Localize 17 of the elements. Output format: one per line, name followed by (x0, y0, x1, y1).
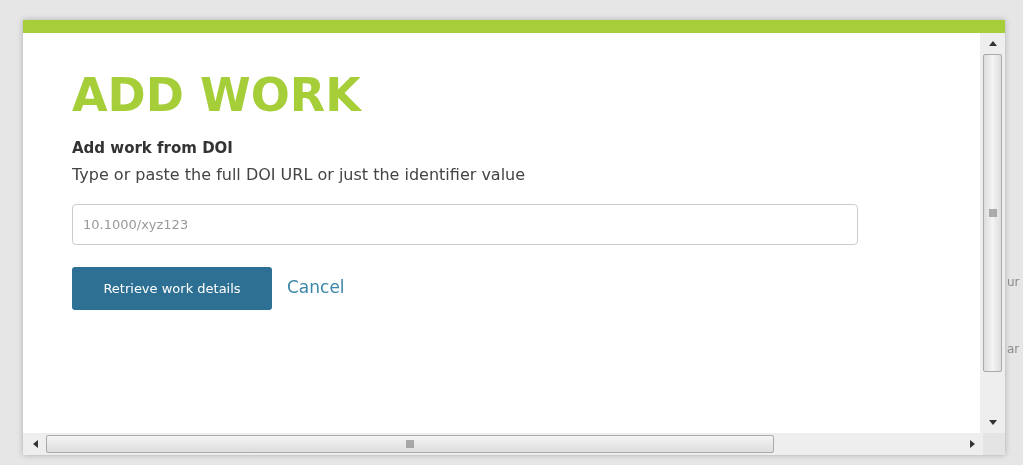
section-heading: Add work from DOI (72, 138, 234, 158)
horizontal-scrollbar[interactable] (23, 433, 1005, 455)
retrieve-button[interactable]: Retrieve work details (72, 267, 272, 310)
scroll-right-icon[interactable] (970, 440, 975, 448)
doi-input-field[interactable]: 10.1000/xyz123 (72, 204, 858, 245)
scroll-thumb[interactable] (46, 435, 774, 453)
cancel-link[interactable]: Cancel (287, 276, 345, 297)
scroll-up-icon[interactable] (988, 41, 997, 46)
background-text: ar (1007, 342, 1020, 356)
vertical-scrollbar[interactable] (980, 33, 1005, 433)
scroll-left-icon[interactable] (33, 440, 38, 448)
scrollbar-corner (983, 433, 1005, 455)
background-text: ur (1007, 275, 1020, 289)
scroll-thumb[interactable] (983, 54, 1002, 372)
description-text: Type or paste the full DOI URL or just the identifier value (72, 164, 527, 186)
dialog-title: ADD WORK (72, 69, 363, 121)
scroll-down-icon[interactable] (988, 420, 997, 425)
